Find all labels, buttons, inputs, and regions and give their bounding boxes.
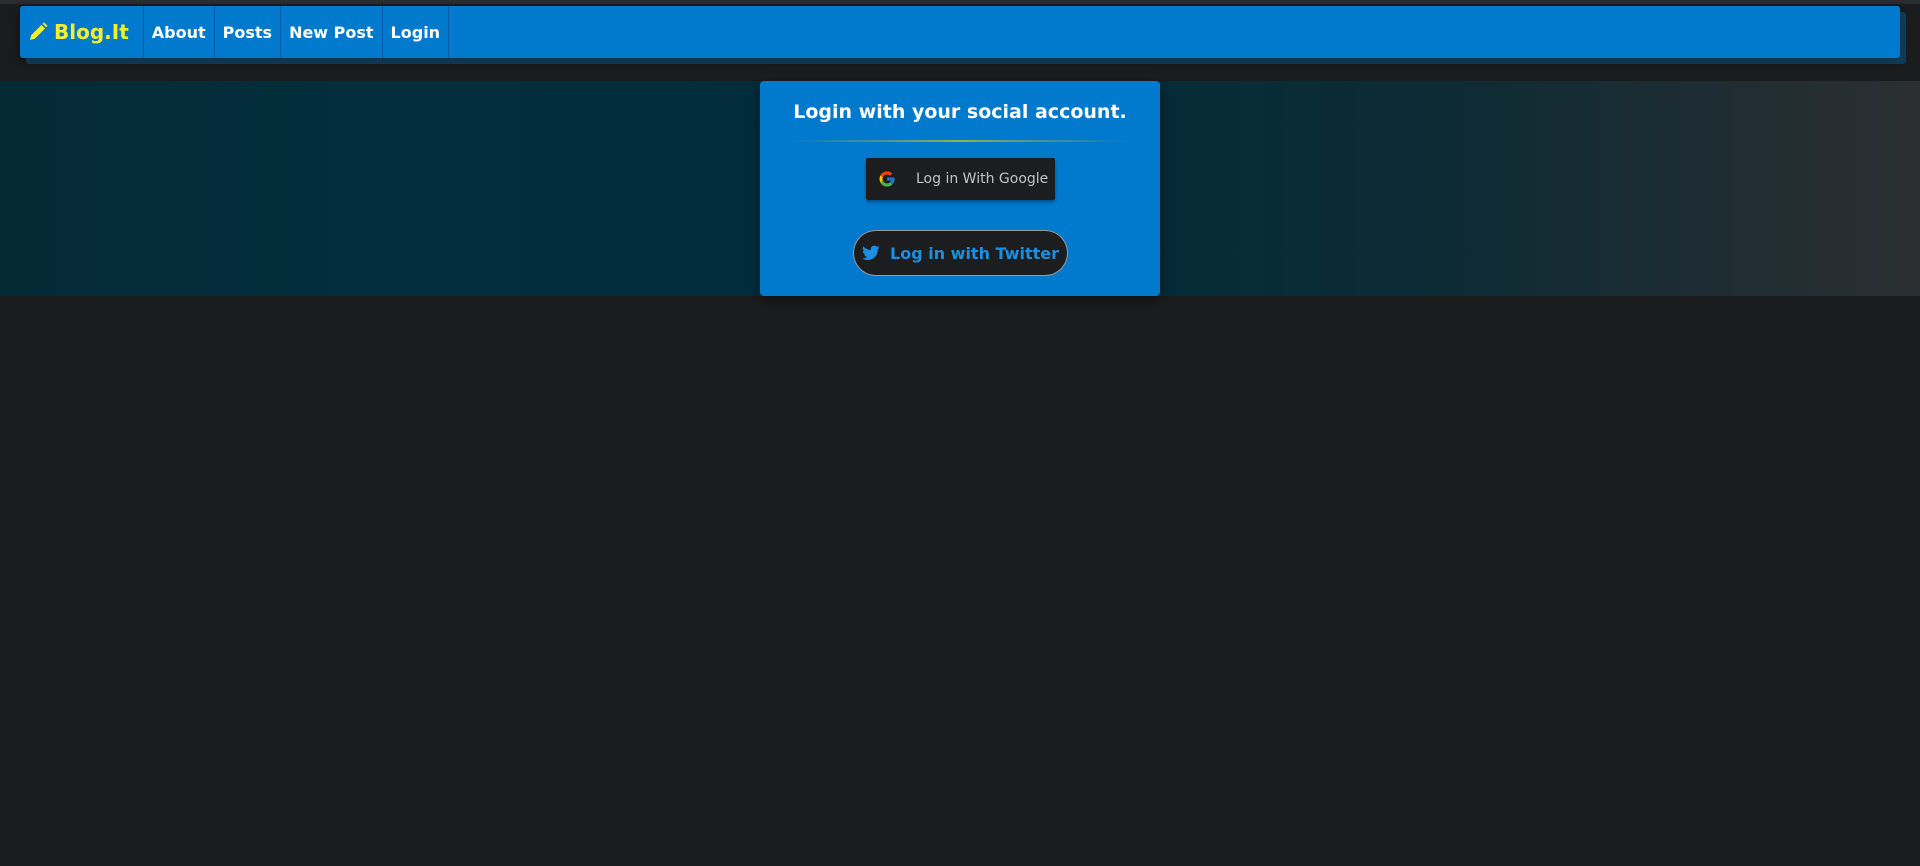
google-icon — [878, 170, 896, 188]
top-border — [0, 0, 1920, 4]
google-login-button[interactable]: Log in With Google — [866, 158, 1055, 200]
nav-item-about[interactable]: About — [142, 6, 214, 58]
login-card: Login with your social account. Log in W… — [760, 81, 1160, 296]
twitter-icon — [862, 245, 880, 261]
title-divider — [790, 140, 1130, 142]
twitter-login-button[interactable]: Log in with Twitter — [853, 230, 1068, 276]
navbar: Blog.It About Posts New Post Login — [20, 6, 1900, 58]
brand-link[interactable]: Blog.It — [28, 6, 143, 58]
pencil-icon — [30, 22, 48, 40]
nav-item-login[interactable]: Login — [381, 6, 450, 58]
login-card-title: Login with your social account. — [793, 101, 1127, 123]
nav-item-new-post[interactable]: New Post — [280, 6, 381, 58]
nav-item-posts[interactable]: Posts — [213, 6, 280, 58]
google-login-label: Log in With Google — [916, 171, 1049, 187]
brand-name: Blog.It — [54, 20, 129, 44]
twitter-login-label: Log in with Twitter — [890, 243, 1059, 263]
